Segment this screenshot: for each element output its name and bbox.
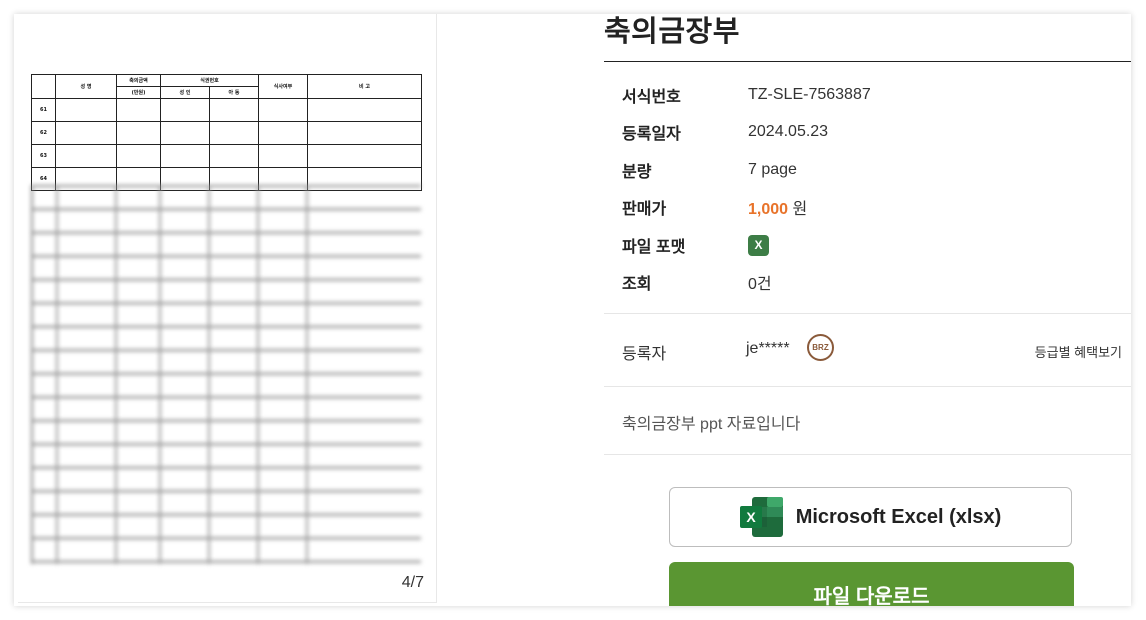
info-label: 파일 포맷 (622, 239, 686, 256)
header-ticket: 식권번호 (160, 74, 259, 87)
divider (604, 454, 1131, 455)
page-indicator: 4/7 (401, 574, 424, 591)
registrant-value: je***** (746, 340, 790, 357)
info-row-file-format: 파일 포맷 X (622, 233, 769, 257)
info-value: 0건 (748, 276, 772, 293)
grade-badge-icon: BRZ (807, 334, 834, 361)
info-label: 분량 (622, 164, 652, 181)
info-value: TZ-SLE-7563887 (748, 86, 871, 103)
grade-benefits-link[interactable]: 등급별 혜택보기 (1035, 342, 1122, 361)
info-row-registered-date: 등록일자 2024.05.23 (622, 120, 828, 144)
svg-text:X: X (746, 509, 756, 525)
header-meal: 식사여부 (258, 74, 308, 99)
header-name: 성 명 (55, 74, 117, 99)
price-currency: 원 (792, 201, 808, 218)
preview-table: 성 명 축의금액 식권번호 식사여부 비 고 (만원) 성 인 아 동 61 6… (31, 74, 422, 191)
document-preview[interactable]: 성 명 축의금액 식권번호 식사여부 비 고 (만원) 성 인 아 동 61 6… (18, 14, 437, 603)
registrant-label: 등록자 (622, 346, 667, 363)
divider (604, 313, 1131, 314)
info-value: 2024.05.23 (748, 123, 829, 140)
excel-format-icon: X (748, 234, 769, 256)
header-adult: 성 인 (160, 86, 210, 99)
row-number: 63 (31, 144, 56, 168)
file-download-button[interactable]: 파일 다운로드 (669, 562, 1074, 606)
header-child: 아 동 (209, 86, 259, 99)
header-amount: 축의금액 (116, 74, 161, 87)
divider (604, 386, 1131, 387)
header-amount-unit: (만원) (116, 86, 161, 99)
info-row-form-number: 서식번호 TZ-SLE-7563887 (622, 83, 871, 107)
table-row: 63 (31, 144, 422, 168)
document-detail-card: 성 명 축의금액 식권번호 식사여부 비 고 (만원) 성 인 아 동 61 6… (14, 14, 1131, 606)
info-row-price: 판매가 1,000 원 (622, 195, 807, 219)
format-label: Microsoft Excel (xlsx) (795, 505, 1002, 528)
row-number: 61 (31, 98, 56, 122)
info-label: 판매가 (622, 201, 667, 218)
blurred-preview-rows (31, 185, 421, 564)
info-row-views: 조회 0건 (622, 270, 772, 294)
file-format-button[interactable]: X Microsoft Excel (xlsx) (669, 487, 1072, 547)
info-label: 등록일자 (622, 126, 681, 143)
description-text: 축의금장부 ppt 자료입니다 (622, 416, 801, 433)
header-note: 비 고 (307, 74, 422, 99)
page-title: 축의금장부 (604, 16, 740, 48)
row-number: 62 (31, 121, 56, 145)
info-label: 조회 (622, 276, 652, 293)
title-divider (604, 61, 1131, 62)
info-row-pages: 분량 7 page (622, 158, 797, 182)
price-value: 1,000 (748, 201, 789, 218)
preview-page: 성 명 축의금액 식권번호 식사여부 비 고 (만원) 성 인 아 동 61 6… (31, 74, 422, 564)
info-label: 서식번호 (622, 89, 681, 106)
table-row: 62 (31, 121, 422, 145)
excel-logo-icon: X (739, 496, 784, 538)
table-row: 61 (31, 98, 422, 122)
info-value: 7 page (748, 161, 797, 178)
